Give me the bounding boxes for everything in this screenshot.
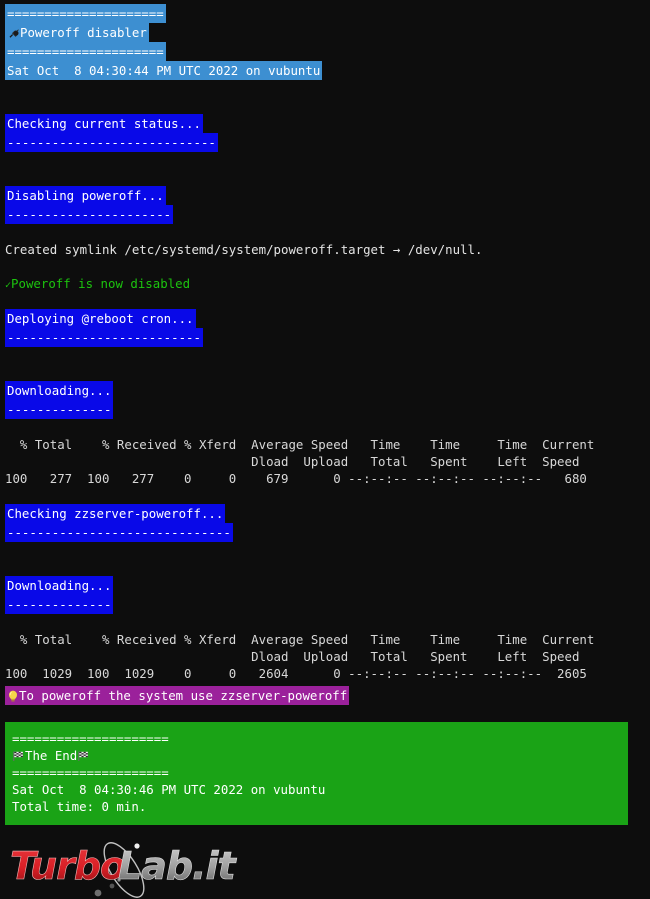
footer-block: ===================== The End ==========… [5,722,628,825]
section-disabling-poweroff: Disabling poweroff... ------------------… [0,186,650,224]
section-rule: -------------------------- [5,328,203,347]
section-deploying-reboot-cron: Deploying @reboot cron... --------------… [0,309,650,347]
section-title: Downloading... [5,576,114,595]
section-rule-line: -------------- [5,595,650,614]
section-checking-zzserver-poweroff: Checking zzserver-poweroff... ----------… [0,504,650,542]
section-rule-line: -------------- [5,400,650,419]
terminal-window: ===================== Poweroff disabler … [0,0,650,899]
curl-data-row: 100 1029 100 1029 0 0 2604 0 --:--:-- --… [5,666,587,681]
section-title-line: Checking current status... [5,114,650,133]
header-rule-top-line: ===================== [5,4,650,23]
svg-text:Turbo: Turbo [10,844,125,888]
status-line-text: Poweroff is now disabled [11,276,191,291]
header-rule-top: ===================== [5,4,166,23]
section-checking-current-status: Checking current status... -------------… [0,114,650,152]
footer-title-line: The End [5,747,628,764]
section-downloading-2: Downloading... -------------- [0,576,650,614]
header-title-highlight: Poweroff disabler [5,23,149,42]
turbolab-logo: Turbo Lab.it [6,837,266,899]
footer-total-time: Total time: 0 min. [12,799,147,814]
header-block: ===================== Poweroff disabler … [0,4,650,80]
chequered-flag-icon-right [77,750,90,762]
section-title: Disabling poweroff... [5,186,166,205]
section-title-line: Downloading... [5,576,650,595]
power-plug-icon [7,27,20,39]
section-title: Checking current status... [5,114,203,133]
light-bulb-icon [7,690,19,703]
tip-block: To poweroff the system use zzserver-powe… [0,686,650,705]
tip-line: To poweroff the system use zzserver-powe… [5,686,650,705]
curl-progress-table-2: % Total % Received % Xferd Average Speed… [0,631,650,682]
curl-progress-table-1: % Total % Received % Xferd Average Speed… [0,436,650,487]
curl-header-row-2: Dload Upload Total Spent Left Speed [5,649,580,664]
header-timestamp: Sat Oct 8 04:30:44 PM UTC 2022 on vubunt… [5,61,323,80]
tip-highlight: To poweroff the system use zzserver-powe… [5,686,350,705]
status-line-poweroff-disabled: ✓Poweroff is now disabled [0,275,650,292]
symlink-message: Created symlink /etc/systemd/system/powe… [5,242,483,257]
svg-text:Lab.it: Lab.it [118,844,238,888]
section-rule: -------------- [5,400,114,419]
section-rule: -------------- [5,595,114,614]
section-rule: ---------------------- [5,205,174,224]
footer-title-text: The End [25,748,78,763]
footer-rule-top: ===================== [12,731,169,746]
section-title-line: Deploying @reboot cron... [5,309,650,328]
header-rule-bottom-line: ===================== [5,42,650,61]
curl-header-row-1: % Total % Received % Xferd Average Speed… [5,437,595,452]
section-title: Deploying @reboot cron... [5,309,196,328]
section-title: Checking zzserver-poweroff... [5,504,226,523]
footer-rule-bottom: ===================== [12,765,169,780]
footer-timestamp: Sat Oct 8 04:30:46 PM UTC 2022 on vubunt… [12,782,326,797]
header-title-line: Poweroff disabler [5,23,650,42]
section-title-line: Downloading... [5,381,650,400]
curl-header-row-1: % Total % Received % Xferd Average Speed… [5,632,595,647]
curl-data-row: 100 277 100 277 0 0 679 0 --:--:-- --:--… [5,471,587,486]
section-title-line: Disabling poweroff... [5,186,650,205]
curl-header-row-2: Dload Upload Total Spent Left Speed [5,454,580,469]
header-rule-bottom: ===================== [5,42,166,61]
section-rule-line: -------------------------- [5,328,650,347]
section-rule: ---------------------------- [5,133,218,152]
section-rule: ------------------------------ [5,523,233,542]
section-rule-line: ---------------------- [5,205,650,224]
section-downloading-1: Downloading... -------------- [0,381,650,419]
section-title-line: Checking zzserver-poweroff... [5,504,650,523]
section-title: Downloading... [5,381,114,400]
section-rule-line: ------------------------------ [5,523,650,542]
header-title-text: Poweroff disabler [20,25,147,40]
header-timestamp-line: Sat Oct 8 04:30:44 PM UTC 2022 on vubunt… [5,61,650,80]
section-rule-line: ---------------------------- [5,133,650,152]
tip-text: To poweroff the system use zzserver-powe… [19,688,348,703]
chequered-flag-icon-left [12,750,25,762]
